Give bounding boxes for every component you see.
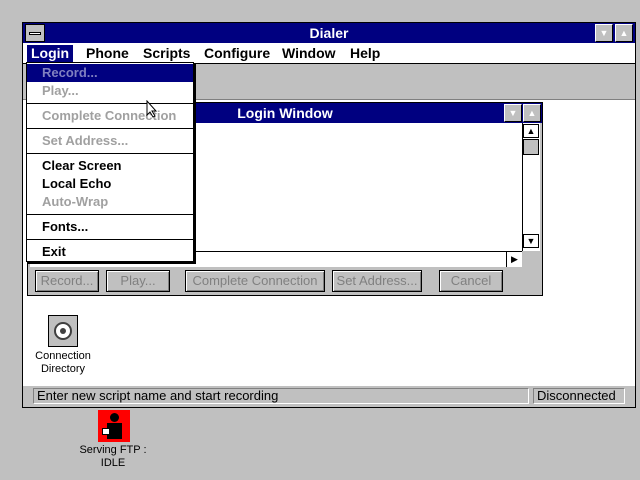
maximize-arrow-icon[interactable]: ▲ [615,24,633,42]
menu-item-play[interactable]: Play... [27,82,193,100]
play-button[interactable]: Play... [106,270,170,292]
scroll-down-icon[interactable]: ▼ [523,234,539,248]
telephone-icon[interactable] [48,315,78,347]
mouse-cursor-icon [146,100,158,118]
title-bar[interactable]: Dialer ▼ ▲ [23,23,635,43]
connection-state: Disconnected [533,388,625,404]
menu-phone[interactable]: Phone [82,45,133,62]
status-message: Enter new script name and start recordin… [33,388,529,404]
complete-connection-button[interactable]: Complete Connection [185,270,325,292]
cancel-button[interactable]: Cancel [439,270,503,292]
menu-item-auto-wrap[interactable]: Auto-Wrap [27,193,193,211]
scroll-right-icon[interactable]: ▶ [506,252,522,267]
person-icon[interactable] [98,410,130,442]
status-bar: Enter new script name and start recordin… [23,386,635,407]
set-address-button[interactable]: Set Address... [332,270,422,292]
menu-window[interactable]: Window [278,45,340,62]
menu-item-set-address[interactable]: Set Address... [27,132,193,150]
menu-bar: Login Phone Scripts Configure Window Hel… [23,43,635,64]
scroll-up-icon[interactable]: ▲ [523,124,539,138]
record-button[interactable]: Record... [35,270,99,292]
menu-separator [27,153,193,154]
menu-login[interactable]: Login [27,45,74,62]
login-maximize-arrow-icon[interactable]: ▲ [523,104,541,122]
menu-item-fonts[interactable]: Fonts... [27,218,193,236]
serving-ftp-label: Serving FTP : IDLE [79,444,147,469]
window-title: Dialer [309,25,349,41]
vertical-scrollbar[interactable]: ▲ ▼ [522,123,540,251]
menu-separator [27,214,193,215]
scroll-thumb[interactable] [523,139,539,155]
menu-configure[interactable]: Configure [200,45,274,62]
login-dropdown-menu: Record... Play... Complete Connection Se… [26,62,194,262]
menu-separator [27,103,193,104]
menu-item-record[interactable]: Record... [27,64,193,82]
menu-item-clear-screen[interactable]: Clear Screen [27,157,193,175]
login-minimize-arrow-icon[interactable]: ▼ [504,104,522,122]
menu-separator [27,239,193,240]
menu-item-local-echo[interactable]: Local Echo [27,175,193,193]
menu-separator [27,128,193,129]
menu-item-complete-connection[interactable]: Complete Connection [27,107,193,125]
menu-help[interactable]: Help [346,45,384,62]
minimize-arrow-icon[interactable]: ▼ [595,24,613,42]
menu-item-exit[interactable]: Exit [27,243,193,261]
connection-directory-label: Connection Directory [35,350,91,375]
menu-scripts[interactable]: Scripts [139,45,194,62]
